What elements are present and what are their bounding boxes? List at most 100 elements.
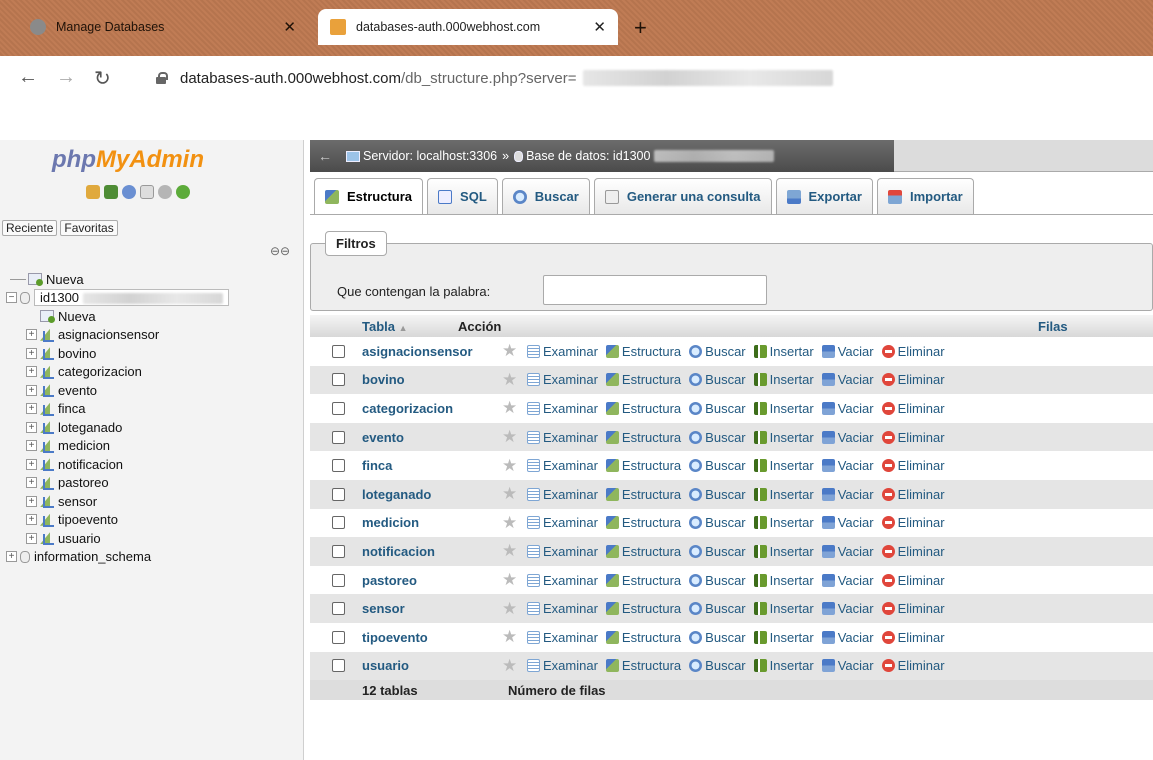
table-name-link[interactable]: pastoreo: [362, 573, 502, 588]
row-checkbox[interactable]: [332, 659, 345, 673]
action-vaciar[interactable]: Vaciar: [821, 601, 874, 616]
action-insertar[interactable]: Insertar: [753, 630, 814, 645]
tree-table-item[interactable]: + sensor: [26, 492, 229, 511]
action-estructura[interactable]: Estructura: [605, 487, 681, 502]
tab-estructura[interactable]: Estructura: [314, 178, 424, 214]
settings-icon[interactable]: [158, 185, 172, 199]
action-estructura[interactable]: Estructura: [605, 601, 681, 616]
action-estructura[interactable]: Estructura: [605, 658, 681, 673]
action-insertar[interactable]: Insertar: [753, 515, 814, 530]
tree-table-item[interactable]: + usuario: [26, 529, 229, 548]
action-buscar[interactable]: Buscar: [689, 601, 746, 616]
tree-table-item[interactable]: + notificacion: [26, 455, 229, 474]
docs-icon[interactable]: [140, 185, 154, 199]
tree-table-item[interactable]: + medicion: [26, 437, 229, 456]
tree-new-table[interactable]: Nueva: [40, 307, 229, 326]
action-insertar[interactable]: Insertar: [753, 372, 814, 387]
action-vaciar[interactable]: Vaciar: [821, 430, 874, 445]
favorite-star-icon[interactable]: ★: [502, 427, 520, 447]
action-examinar[interactable]: Examinar: [527, 573, 598, 588]
action-buscar[interactable]: Buscar: [689, 372, 746, 387]
action-examinar[interactable]: Examinar: [527, 430, 598, 445]
action-examinar[interactable]: Examinar: [527, 487, 598, 502]
favorite-star-icon[interactable]: ★: [502, 599, 520, 619]
tree-table-item[interactable]: + finca: [26, 400, 229, 419]
action-vaciar[interactable]: Vaciar: [821, 401, 874, 416]
action-buscar[interactable]: Buscar: [689, 573, 746, 588]
expand-icon[interactable]: +: [26, 384, 37, 396]
row-checkbox[interactable]: [332, 544, 345, 558]
tree-database-information-schema[interactable]: + information_schema: [6, 548, 229, 567]
table-name-link[interactable]: sensor: [362, 601, 502, 616]
action-insertar[interactable]: Insertar: [753, 458, 814, 473]
action-buscar[interactable]: Buscar: [689, 401, 746, 416]
favorite-star-icon[interactable]: ★: [502, 656, 520, 676]
action-examinar[interactable]: Examinar: [527, 515, 598, 530]
expand-icon[interactable]: +: [26, 495, 37, 507]
action-vaciar[interactable]: Vaciar: [821, 344, 874, 359]
action-examinar[interactable]: Examinar: [527, 630, 598, 645]
action-eliminar[interactable]: Eliminar: [881, 544, 945, 559]
action-eliminar[interactable]: Eliminar: [881, 515, 945, 530]
recent-button[interactable]: Reciente: [2, 220, 58, 236]
breadcrumb-database[interactable]: Base de datos: id1300: [526, 149, 650, 163]
favorite-star-icon[interactable]: ★: [502, 456, 520, 476]
action-insertar[interactable]: Insertar: [753, 487, 814, 502]
action-eliminar[interactable]: Eliminar: [881, 458, 945, 473]
action-buscar[interactable]: Buscar: [689, 630, 746, 645]
favorite-star-icon[interactable]: ★: [502, 541, 520, 561]
action-examinar[interactable]: Examinar: [527, 401, 598, 416]
table-name-link[interactable]: bovino: [362, 372, 502, 387]
breadcrumb-server[interactable]: Servidor: localhost:3306: [363, 149, 497, 163]
action-vaciar[interactable]: Vaciar: [821, 458, 874, 473]
action-buscar[interactable]: Buscar: [689, 344, 746, 359]
tree-table-item[interactable]: + evento: [26, 381, 229, 400]
action-estructura[interactable]: Estructura: [605, 573, 681, 588]
tree-table-item[interactable]: + tipoevento: [26, 511, 229, 530]
action-estructura[interactable]: Estructura: [605, 630, 681, 645]
back-arrow-icon[interactable]: ←: [18, 66, 38, 89]
tree-table-item[interactable]: + asignacionsensor: [26, 326, 229, 345]
table-name-link[interactable]: medicion: [362, 515, 502, 530]
tree-new-database[interactable]: Nueva: [10, 270, 229, 289]
action-eliminar[interactable]: Eliminar: [881, 601, 945, 616]
tab-buscar[interactable]: Buscar: [501, 178, 590, 214]
table-name-link[interactable]: evento: [362, 430, 502, 445]
action-vaciar[interactable]: Vaciar: [821, 372, 874, 387]
action-vaciar[interactable]: Vaciar: [821, 515, 874, 530]
action-insertar[interactable]: Insertar: [753, 573, 814, 588]
action-vaciar[interactable]: Vaciar: [821, 487, 874, 502]
action-estructura[interactable]: Estructura: [605, 401, 681, 416]
browser-tab-databases-auth[interactable]: databases-auth.000webhost.com ✕: [318, 9, 618, 45]
action-insertar[interactable]: Insertar: [753, 601, 814, 616]
close-tab-icon[interactable]: ✕: [593, 18, 606, 36]
table-name-link[interactable]: tipoevento: [362, 630, 502, 645]
tree-table-item[interactable]: + categorizacion: [26, 363, 229, 382]
tab-importar[interactable]: Importar: [876, 178, 974, 214]
expand-icon[interactable]: +: [26, 329, 37, 341]
home-icon[interactable]: [86, 185, 100, 199]
action-buscar[interactable]: Buscar: [689, 430, 746, 445]
filter-input[interactable]: [543, 275, 767, 305]
action-insertar[interactable]: Insertar: [753, 344, 814, 359]
table-name-link[interactable]: asignacionsensor: [362, 344, 502, 359]
header-rows[interactable]: Filas: [1038, 319, 1068, 334]
favorite-star-icon[interactable]: ★: [502, 570, 520, 590]
expand-icon[interactable]: +: [26, 366, 37, 378]
expand-icon[interactable]: +: [26, 403, 37, 415]
tree-database-id1300[interactable]: − id1300: [6, 289, 230, 308]
tab-generar-consulta[interactable]: Generar una consulta: [593, 178, 772, 214]
row-checkbox[interactable]: [332, 430, 345, 444]
action-eliminar[interactable]: Eliminar: [881, 658, 945, 673]
action-buscar[interactable]: Buscar: [689, 487, 746, 502]
favorite-star-icon[interactable]: ★: [502, 398, 520, 418]
exit-icon[interactable]: [104, 185, 118, 199]
action-insertar[interactable]: Insertar: [753, 430, 814, 445]
tab-sql[interactable]: SQL: [427, 178, 498, 214]
browser-tab-manage-databases[interactable]: Manage Databases ✕: [18, 9, 308, 45]
row-checkbox[interactable]: [332, 459, 345, 473]
action-eliminar[interactable]: Eliminar: [881, 573, 945, 588]
row-checkbox[interactable]: [332, 344, 345, 358]
collapse-arrow-icon[interactable]: ←: [318, 148, 332, 164]
collapse-icon[interactable]: −: [6, 292, 17, 304]
